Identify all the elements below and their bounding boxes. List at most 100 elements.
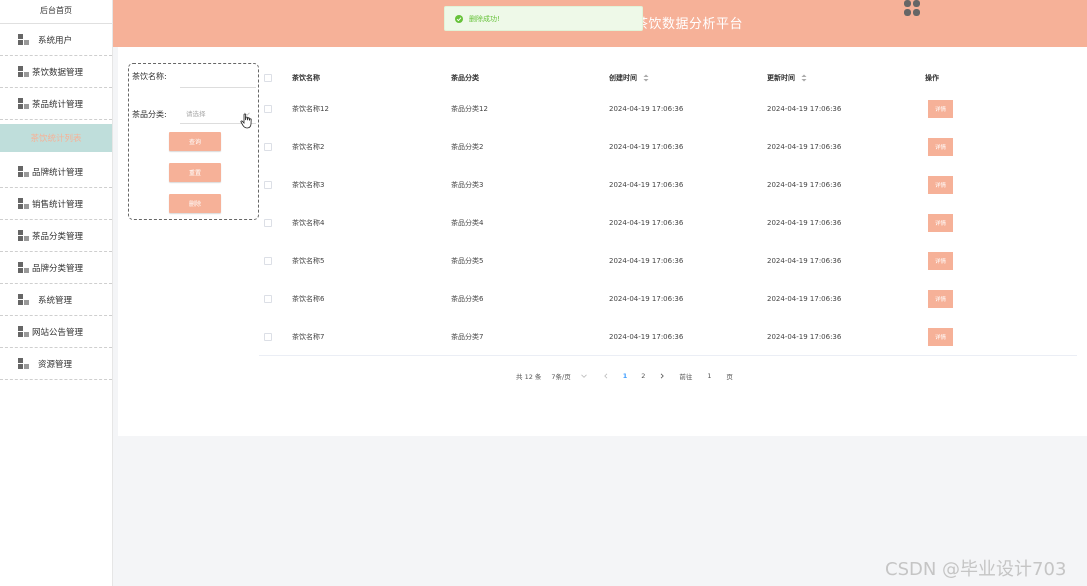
- cell-updated: 2024-04-19 17:06:36: [767, 295, 842, 303]
- cell-category: 茶品分类2: [451, 143, 484, 151]
- cell-name: 茶饮名称5: [292, 257, 325, 265]
- page-size-value: 7条/页: [551, 373, 571, 381]
- header-created[interactable]: 创建时间: [609, 73, 767, 83]
- sidebar: 后台首页 系统用户茶饮数据管理 茶品统计管理 茶饮统计列表品牌统计管理 销售统计管理茶…: [0, 0, 113, 586]
- detail-button[interactable]: 详情: [928, 176, 953, 194]
- detail-button[interactable]: 详情: [928, 138, 953, 156]
- sales-stats-icon: [18, 198, 29, 209]
- cell-name: 茶饮名称3: [292, 181, 325, 189]
- table-row: 茶饮名称12 茶品分类12 2024-04-19 17:06:36 2024-04-1…: [259, 90, 1077, 128]
- sidebar-item-8[interactable]: 系统管理: [0, 284, 112, 316]
- cell-updated: 2024-04-19 17:06:36: [767, 219, 842, 227]
- cell-name: 茶饮名称2: [292, 143, 325, 151]
- table-row: 茶饮名称3 茶品分类3 2024-04-19 17:06:36 2024-04-19 …: [259, 166, 1077, 204]
- cell-updated: 2024-04-19 17:06:36: [767, 143, 842, 151]
- goto-page-input[interactable]: 1: [702, 372, 716, 380]
- cell-updated: 2024-04-19 17:06:36: [767, 332, 842, 341]
- sidebar-item-6[interactable]: 茶品分类管理: [0, 220, 112, 252]
- users-icon: [18, 34, 29, 45]
- cell-created: 2024-04-19 17:06:36: [609, 295, 684, 303]
- table-row: 茶饮名称5 茶品分类5 2024-04-19 17:06:36 2024-04-19 …: [259, 242, 1077, 280]
- cell-category: 茶品分类3: [451, 181, 484, 189]
- data-table: 茶饮名称 茶品分类 创建时间 更新时间 操作 茶饮名称12 茶品分类12 2024-…: [259, 65, 1077, 356]
- detail-button[interactable]: 详情: [928, 327, 953, 346]
- tea-stats-icon: [18, 98, 29, 109]
- table-row: 茶饮名称2 茶品分类2 2024-04-19 17:06:36 2024-04-19 …: [259, 128, 1077, 166]
- sidebar-item-label: 品牌分类管理: [32, 263, 84, 274]
- page-size-select[interactable]: 7条/页: [551, 371, 587, 381]
- brand-category-icon: [18, 262, 29, 273]
- cell-name: 茶饮名称4: [292, 219, 325, 227]
- sidebar-item-3[interactable]: 茶饮统计列表: [0, 124, 112, 152]
- sidebar-item-4[interactable]: 品牌统计管理: [0, 156, 112, 188]
- prev-page-icon[interactable]: [603, 373, 609, 379]
- header-category: 茶品分类: [451, 73, 479, 82]
- category-label: 茶品分类:: [132, 110, 167, 119]
- cell-category: 茶品分类7: [451, 332, 484, 341]
- page-2-button[interactable]: 2: [641, 372, 645, 380]
- reset-button[interactable]: 重置: [169, 163, 221, 182]
- sidebar-item-9[interactable]: 网站公告管理: [0, 316, 112, 348]
- detail-button[interactable]: 详情: [928, 290, 953, 308]
- select-all-checkbox[interactable]: [264, 73, 272, 82]
- search-panel: 茶饮名称: 茶品分类: 请选择 查询 重置 删除: [128, 63, 259, 220]
- pagination: 共 12 条 7条/页 1 2 前往 1 页: [516, 369, 743, 383]
- query-button[interactable]: 查询: [169, 132, 221, 151]
- notice-icon: [18, 326, 29, 337]
- row-checkbox[interactable]: [264, 295, 272, 303]
- sidebar-item-label: 茶品统计管理: [32, 99, 84, 110]
- sidebar-item-1[interactable]: 茶饮数据管理: [0, 56, 112, 88]
- avatar-grid-icon[interactable]: [903, 0, 921, 18]
- cell-category: 茶品分类12: [451, 105, 488, 113]
- next-page-icon[interactable]: [659, 373, 665, 379]
- cell-name: 茶饮名称12: [292, 105, 329, 113]
- sidebar-item-10[interactable]: 资源管理: [0, 348, 112, 380]
- row-checkbox[interactable]: [264, 181, 272, 189]
- cell-updated: 2024-04-19 17:06:36: [767, 181, 842, 189]
- cell-updated: 2024-04-19 17:06:36: [767, 105, 842, 113]
- name-label: 茶饮名称:: [132, 72, 167, 81]
- detail-button[interactable]: 详情: [928, 252, 953, 270]
- page-suffix: 页: [726, 373, 733, 381]
- row-checkbox[interactable]: [264, 219, 272, 227]
- table-header-row: 茶饮名称 茶品分类 创建时间 更新时间 操作: [259, 65, 1077, 90]
- sort-icon[interactable]: [643, 74, 649, 82]
- cell-category: 茶品分类6: [451, 295, 484, 303]
- chevron-down-icon: [580, 374, 587, 378]
- cell-category: 茶品分类5: [451, 257, 484, 265]
- delete-button[interactable]: 删除: [169, 194, 221, 213]
- row-checkbox[interactable]: [264, 105, 272, 113]
- sidebar-home-link[interactable]: 后台首页: [0, 0, 112, 24]
- tea-category-icon: [18, 230, 29, 241]
- detail-button[interactable]: 详情: [928, 214, 953, 232]
- header-operation: 操作: [925, 73, 939, 82]
- row-checkbox[interactable]: [264, 143, 272, 151]
- sidebar-item-label: 茶饮统计列表: [30, 134, 82, 144]
- sidebar-item-0[interactable]: 系统用户: [0, 24, 112, 56]
- cell-created: 2024-04-19 17:06:36: [609, 257, 684, 265]
- row-checkbox[interactable]: [264, 332, 272, 341]
- sidebar-item-5[interactable]: 销售统计管理: [0, 188, 112, 220]
- main-content: 茶饮名称: 茶品分类: 请选择 查询 重置 删除 茶饮名称 茶品分类 创建时间: [118, 47, 1087, 436]
- sidebar-item-label: 茶品分类管理: [32, 231, 84, 242]
- sidebar-item-7[interactable]: 品牌分类管理: [0, 252, 112, 284]
- cell-created: 2024-04-19 17:06:36: [609, 143, 684, 151]
- page-title: 茶饮数据分析平台: [635, 17, 744, 32]
- success-toast: 删除成功!: [444, 6, 643, 31]
- sidebar-item-2[interactable]: 茶品统计管理: [0, 88, 112, 120]
- detail-button[interactable]: 详情: [928, 100, 953, 118]
- tea-data-icon: [18, 66, 29, 77]
- system-icon: [18, 294, 29, 305]
- brand-stats-icon: [18, 166, 29, 177]
- goto-label: 前往: [679, 373, 693, 381]
- sidebar-item-label: 茶饮数据管理: [32, 67, 84, 78]
- cell-created: 2024-04-19 17:06:36: [609, 219, 684, 227]
- cell-name: 茶饮名称7: [292, 332, 325, 341]
- sidebar-item-label: 系统用户: [38, 35, 73, 46]
- name-search-input[interactable]: [180, 66, 256, 88]
- category-placeholder: 请选择: [186, 110, 206, 118]
- sort-icon[interactable]: [801, 74, 807, 82]
- page-1-button[interactable]: 1: [623, 372, 628, 380]
- row-checkbox[interactable]: [264, 257, 272, 265]
- header-updated[interactable]: 更新时间: [767, 73, 925, 83]
